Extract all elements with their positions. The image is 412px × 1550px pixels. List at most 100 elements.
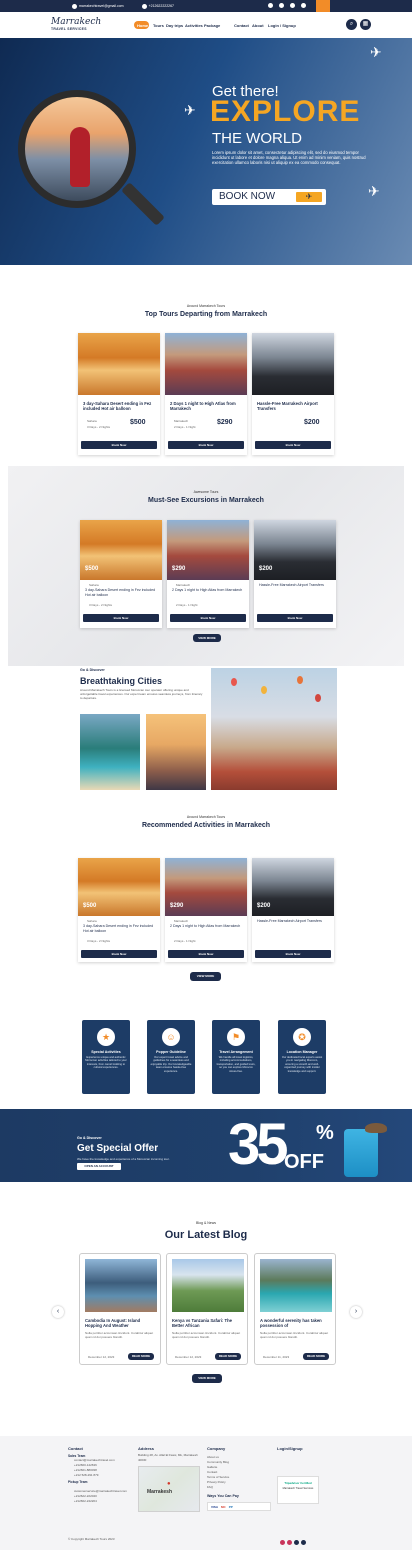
footer-address: Building 28, Av. Allal El Fassi, Mk, Mar…: [138, 1453, 198, 1462]
nav-login[interactable]: Login / Signup: [268, 23, 296, 28]
excursion-card[interactable]: $200 Hassle-Free Marrakech Airport Trans…: [254, 520, 336, 628]
offer-title: Get Special Offer: [77, 1143, 159, 1154]
traveler-figure: [70, 127, 90, 187]
excursions-kicker: Awesome Tours: [193, 490, 219, 494]
service-title: Popper Guideline: [156, 1050, 186, 1054]
topbar-phone[interactable]: +212622222267: [149, 4, 174, 8]
top-tours-title: Top Tours Departing from Marrakech: [144, 311, 268, 318]
activity-card[interactable]: $500 Sahara 3 day-Sahara Desert ending i…: [78, 858, 160, 962]
card-image: [78, 333, 160, 395]
top-tour-card[interactable]: Hassle-Free Marrakech Airport Transfers …: [252, 333, 334, 455]
airplane-icon: ✈: [368, 183, 380, 199]
read-more-button[interactable]: READ MORE: [128, 1353, 154, 1360]
card-duration: 2 Days - 1 Night: [174, 425, 196, 429]
excursions-title: Must-See Excursions in Marrakech: [148, 497, 264, 504]
footer-company-link[interactable]: FAQ: [207, 1485, 213, 1490]
paypal-icon: PP: [228, 1504, 233, 1509]
map-pin-icon: ●: [167, 1481, 171, 1487]
twitter-icon[interactable]: [301, 1540, 306, 1545]
nav-tours[interactable]: Tours: [153, 23, 164, 28]
card-price: $290: [170, 903, 184, 909]
book-now-button[interactable]: Book Now: [168, 441, 244, 449]
read-more-button[interactable]: READ MORE: [215, 1353, 241, 1360]
topbar-cta-button[interactable]: [316, 0, 330, 12]
activities-title: Recommended Activities in Marrakech: [141, 822, 271, 829]
book-now-button[interactable]: Book Now: [83, 614, 159, 622]
tiktok-icon[interactable]: [290, 3, 295, 8]
offer-percent: %: [316, 1122, 334, 1144]
excursion-card[interactable]: $290 Marrakech 2 Days 1 night to High At…: [167, 520, 249, 628]
card-price: $290: [217, 419, 233, 426]
star-icon: ★: [97, 1028, 115, 1046]
top-tour-card[interactable]: 2 Days 1 night to High Atlas from Marrak…: [165, 333, 247, 455]
footer-copyright: © Copyright Marrakech Tours 2023: [68, 1537, 115, 1541]
card-price: $200: [259, 566, 273, 572]
tripadvisor-badge[interactable]: Tripadvisor Certified Marrakech Travel S…: [277, 1476, 319, 1504]
nav-activities[interactable]: Activities: [185, 23, 203, 28]
card-title: Hassle-Free Marrakech Airport Transfers: [259, 583, 324, 587]
logo[interactable]: Marrakech TRAVEL SERVICES: [51, 17, 101, 31]
activities-view-more-button[interactable]: VIEW MORE: [190, 972, 221, 981]
blog-card[interactable]: Cambodia In August: Island Hopping And W…: [79, 1253, 161, 1365]
blog-prev-arrow[interactable]: ‹: [52, 1306, 64, 1318]
blog-card[interactable]: A wonderful serenity has taken possessio…: [254, 1253, 336, 1365]
footer-login-heading[interactable]: Login/Signup: [277, 1446, 303, 1451]
card-duration: 3 Days - 2 Nights: [87, 425, 111, 429]
footer-address-heading: Address: [138, 1446, 155, 1451]
activity-card[interactable]: $200 Hassle-Free Marrakech Airport Trans…: [252, 858, 334, 962]
tiktok-icon[interactable]: [294, 1540, 299, 1545]
book-now-button[interactable]: Book Now: [81, 950, 157, 958]
top-bar: marrakechtravel@gmail.com +212622222267: [0, 0, 412, 12]
activity-card[interactable]: $290 Marrakech 2 Days 1 night to High At…: [165, 858, 247, 962]
facebook-icon[interactable]: [280, 1540, 285, 1545]
blog-image: [172, 1259, 244, 1312]
search-button[interactable]: ⌕: [346, 19, 357, 30]
card-title: 3 day-Sahara Desert ending in Fez includ…: [83, 924, 154, 933]
book-now-button[interactable]: Book Now: [257, 614, 333, 622]
nav-home[interactable]: Home: [137, 23, 148, 28]
open-account-button[interactable]: OPEN AN ACCOUNT: [77, 1163, 121, 1170]
card-price: $500: [83, 903, 97, 909]
nav-package[interactable]: Package: [204, 23, 220, 28]
footer-sales-phone[interactable]: +212 528-291 879: [74, 1473, 98, 1478]
card-title: 2 Days 1 night to High Atlas from Marrak…: [170, 401, 236, 411]
menu-button[interactable]: ▦: [360, 19, 371, 30]
excursion-card[interactable]: $500 Sahara 3 day-Sahara Desert ending i…: [80, 520, 162, 628]
book-now-button[interactable]: Book Now: [170, 614, 246, 622]
tripadvisor-badge-sub: Marrakech Travel Services: [282, 1487, 314, 1490]
magnifier-lens: [18, 90, 136, 208]
excursions-view-more-button[interactable]: VIEW MORE: [193, 634, 221, 642]
facebook-icon[interactable]: [268, 3, 273, 8]
service-text: Our dedicated local experts assist you i…: [281, 1056, 323, 1073]
activities-kicker: Around Marrakech Tours: [186, 815, 226, 819]
hero-book-button[interactable]: BOOK NOW ✈: [212, 189, 326, 205]
service-text: We handle all travel logistics, includin…: [216, 1056, 256, 1073]
book-now-button[interactable]: Book Now: [81, 441, 157, 449]
book-now-button[interactable]: Book Now: [168, 950, 244, 958]
service-card: ⚑ Travel Arrangement We handle all trave…: [212, 1020, 260, 1094]
twitter-icon[interactable]: [301, 3, 306, 8]
topbar-email[interactable]: marrakechtravel@gmail.com: [79, 4, 124, 8]
service-title: Special Activities: [91, 1050, 121, 1054]
instagram-icon[interactable]: [287, 1540, 292, 1545]
card-location: Marrakech: [174, 919, 189, 923]
nav-contact[interactable]: Contact: [234, 23, 249, 28]
blog-next-arrow[interactable]: ›: [350, 1306, 362, 1318]
balloon-icon: [315, 694, 321, 702]
instagram-icon[interactable]: [279, 3, 284, 8]
nav-about[interactable]: About: [252, 23, 264, 28]
mastercard-icon: MC: [221, 1504, 226, 1509]
nav-day-trips[interactable]: Day trips: [166, 23, 183, 28]
cities-title: Breathtaking Cities: [80, 676, 163, 686]
book-now-button[interactable]: Book Now: [255, 441, 331, 449]
blog-view-more-button[interactable]: VIEW MORE: [192, 1374, 222, 1383]
footer-map[interactable]: ● Marrakesh: [138, 1466, 200, 1512]
footer-pickup-phone[interactable]: +212662-242204: [74, 1499, 97, 1504]
read-more-button[interactable]: READ MORE: [303, 1353, 329, 1360]
search-icon: ⌕: [349, 21, 354, 27]
blog-card[interactable]: Kenya vs Tanzania Safari: The Better Afr…: [166, 1253, 248, 1365]
top-tour-card[interactable]: 3 day-Sahara Desert ending in Fez includ…: [78, 333, 160, 455]
city-image-mosque: [146, 714, 206, 790]
book-now-button[interactable]: Book Now: [255, 950, 331, 958]
city-image-coast: [80, 714, 140, 790]
